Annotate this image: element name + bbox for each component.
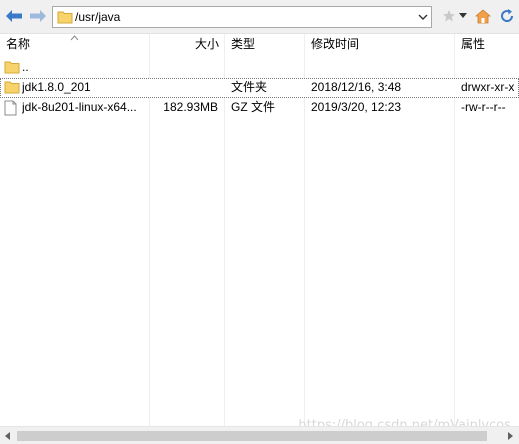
column-size[interactable]: 大小 — [150, 34, 225, 56]
path-input[interactable]: /usr/java — [52, 6, 432, 28]
forward-arrow-icon[interactable] — [28, 7, 48, 25]
scrollbar-thumb[interactable] — [17, 431, 487, 441]
file-icon — [4, 100, 17, 119]
file-type: 文件夹 — [231, 80, 268, 94]
list-item[interactable]: .. — [0, 58, 519, 78]
star-dropdown-icon[interactable] — [458, 7, 468, 25]
chevron-down-icon[interactable] — [415, 7, 431, 27]
file-size — [151, 78, 219, 98]
file-name: .. — [22, 60, 29, 74]
file-type: GZ 文件 — [231, 100, 275, 114]
horizontal-scrollbar[interactable] — [0, 426, 519, 444]
file-size: 182.93MB — [163, 100, 218, 114]
list-item[interactable]: jdk-8u201-linux-x64... 182.93MB GZ 文件 20… — [0, 98, 519, 118]
sort-ascending-icon — [70, 30, 79, 44]
file-attributes: drwxr-xr-x — [461, 80, 515, 94]
back-arrow-icon[interactable] — [4, 7, 24, 25]
file-attributes: -rw-r--r-- — [461, 100, 506, 114]
folder-icon — [4, 80, 20, 97]
file-modified: 2019/3/20, 12:23 — [311, 100, 402, 114]
toolbar: /usr/java — [0, 0, 519, 34]
column-modified[interactable]: 修改时间 — [305, 34, 455, 56]
column-attributes[interactable]: 属性 — [455, 34, 519, 56]
folder-icon — [4, 60, 20, 77]
home-icon[interactable] — [474, 7, 492, 25]
star-icon[interactable] — [440, 7, 458, 25]
list-item[interactable]: jdk1.8.0_201 文件夹 2018/12/16, 3:48 drwxr-… — [0, 78, 519, 98]
path-text: /usr/java — [75, 10, 121, 24]
refresh-icon[interactable] — [498, 7, 516, 25]
folder-icon — [57, 10, 73, 27]
file-modified: 2018/12/16, 3:48 — [311, 80, 402, 94]
file-name: jdk-8u201-linux-x64... — [22, 100, 137, 114]
scroll-right-icon[interactable] — [504, 430, 516, 442]
file-name: jdk1.8.0_201 — [22, 80, 91, 94]
column-type[interactable]: 类型 — [225, 34, 305, 56]
scroll-left-icon[interactable] — [2, 430, 14, 442]
